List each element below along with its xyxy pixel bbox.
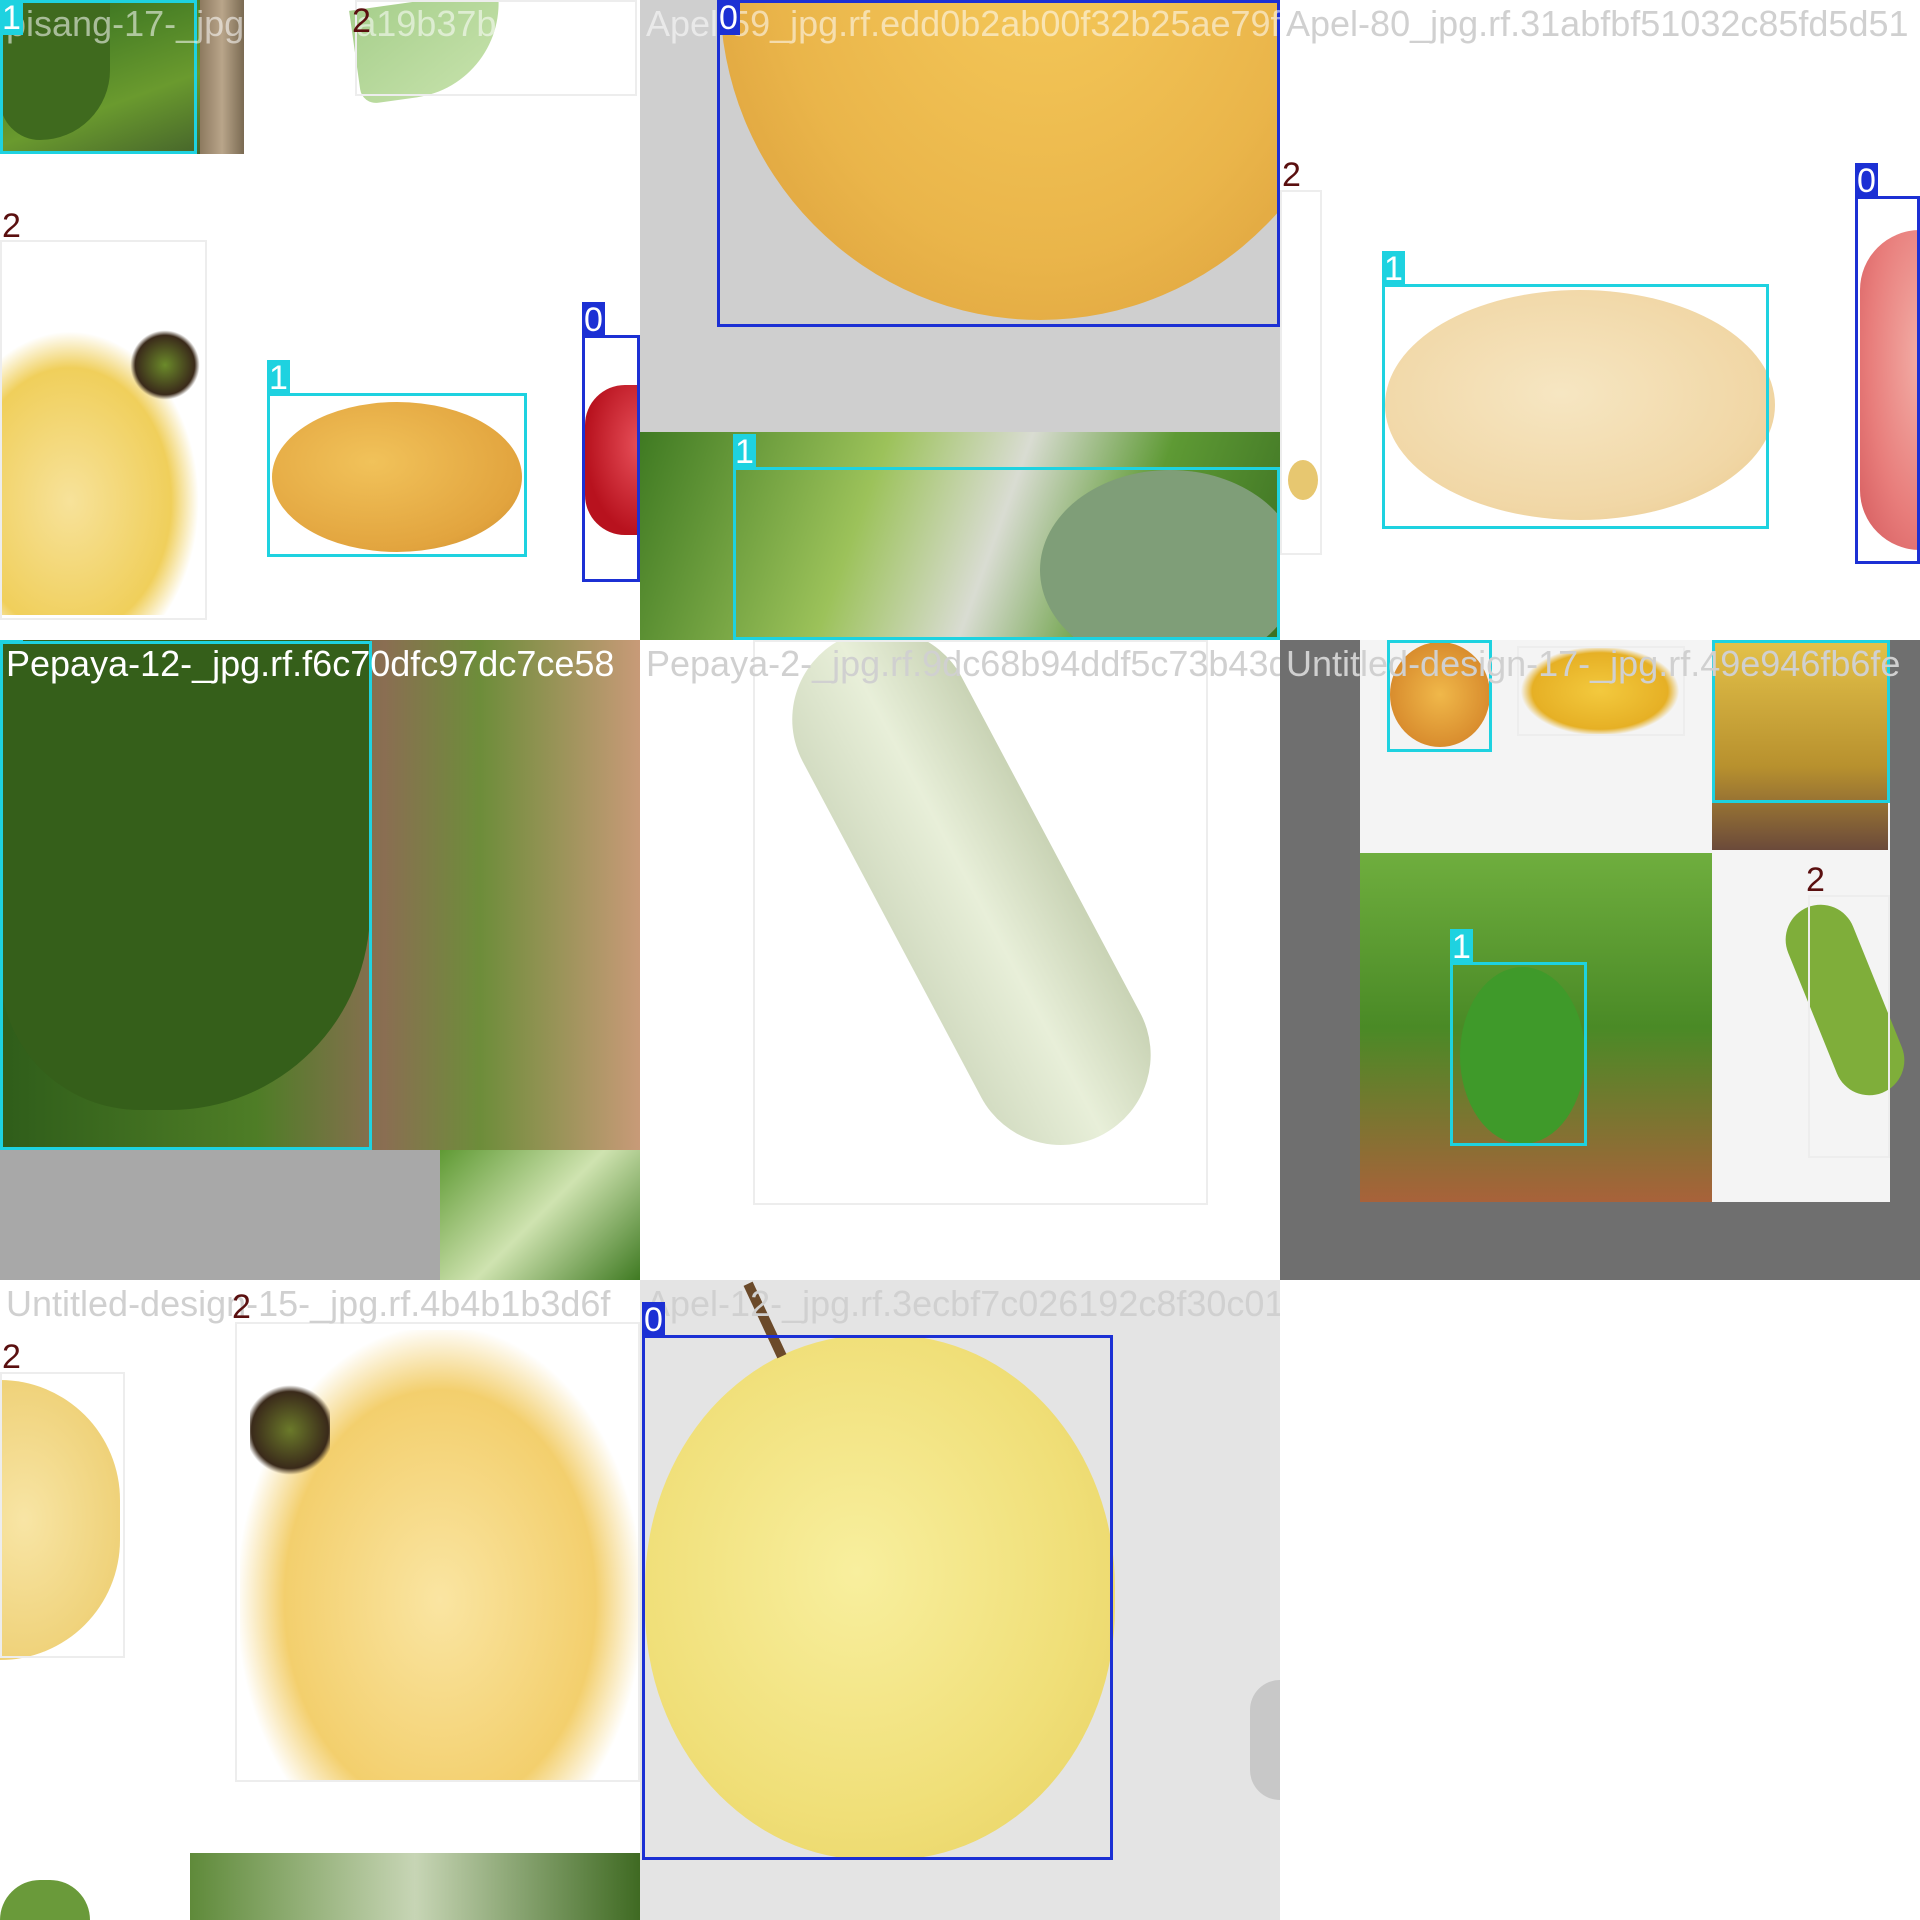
detection-label-0: 0 bbox=[1855, 162, 1878, 200]
papaya-tree-corner bbox=[190, 1853, 640, 1920]
tile-filename: Pepaya-12-_jpg.rf.f6c70dfc97dc7ce58 bbox=[6, 643, 615, 684]
detection-label-1: 1 bbox=[1382, 250, 1405, 288]
leaf-corner-photo bbox=[440, 1150, 640, 1280]
detection-label-2: 2 bbox=[232, 1288, 251, 1326]
apple-edge bbox=[1250, 1680, 1280, 1800]
mosaic-tile-3: Apel-80_jpg.rf.31abfbf51032c85fd5d51 2 1… bbox=[1280, 0, 1920, 640]
detection-label-2: 2 bbox=[352, 2, 371, 40]
mosaic-tile-2: Apel-59_jpg.rf.edd0b2ab00f32b25ae79fa 0 … bbox=[640, 0, 1280, 640]
detection-box-class-2 bbox=[1808, 895, 1890, 1158]
detection-box-class-1 bbox=[267, 393, 527, 557]
detection-box-class-1 bbox=[1382, 284, 1769, 529]
tile-filename: Apel-59_jpg.rf.edd0b2ab00f32b25ae79fa bbox=[646, 3, 1280, 44]
detection-label-2: 2 bbox=[2, 1338, 21, 1376]
detection-mosaic: pisang-17-_jpg.rf.797 a19b37be81d317 1 2… bbox=[0, 0, 1920, 1920]
tile-filename: Apel-80_jpg.rf.31abfbf51032c85fd5d51 bbox=[1286, 3, 1909, 44]
mosaic-tile-7: Untitled-design-15-_jpg.rf.4b4b1b3d6f 2 … bbox=[0, 1280, 640, 1920]
detection-box-class-1 bbox=[1450, 962, 1587, 1146]
mosaic-tile-6: Untitled-design-17-_jpg.rf.49e946fb6fe 1… bbox=[1280, 640, 1920, 1280]
detection-box-class-0 bbox=[717, 0, 1280, 327]
mosaic-tile-8: Apel-12-_jpg.rf.3ecbf7c026192c8f30c01460… bbox=[640, 1280, 1280, 1920]
detection-label-1: 1 bbox=[0, 0, 23, 37]
detection-box-class-1 bbox=[0, 641, 372, 1150]
mosaic-tile-1: pisang-17-_jpg.rf.797 a19b37be81d317 1 2… bbox=[0, 0, 640, 640]
detection-label-1: 1 bbox=[1712, 640, 1735, 642]
detection-box-class-0 bbox=[582, 335, 640, 582]
detection-box-class-2 bbox=[0, 1372, 125, 1658]
detection-box-class-0 bbox=[642, 1335, 1113, 1860]
tile-filename: Untitled-design-17-_jpg.rf.49e946fb6fe bbox=[1286, 643, 1901, 684]
tile-filename: Pepaya-2-_jpg.rf.9dc68b94ddf5c73b43df48 bbox=[646, 643, 1280, 684]
detection-box-class-1 bbox=[733, 467, 1280, 640]
detection-label-1: 1 bbox=[733, 433, 756, 471]
detection-label-2: 2 bbox=[1513, 640, 1536, 642]
detection-label-0: 0 bbox=[717, 0, 740, 37]
detection-label-0: 0 bbox=[582, 301, 605, 339]
detection-box-class-2 bbox=[1280, 190, 1322, 555]
mosaic-tile-4: Pepaya-12-_jpg.rf.f6c70dfc97dc7ce58 1 bbox=[0, 640, 640, 1280]
tile-filename: Untitled-design-15-_jpg.rf.4b4b1b3d6f bbox=[6, 1283, 611, 1324]
tile-filename: pisang-17-_jpg.rf.797 a19b37be81d317 bbox=[6, 3, 637, 44]
detection-label-2: 2 bbox=[1282, 156, 1301, 194]
detection-box-class-2 bbox=[0, 240, 207, 620]
detection-label-0: 0 bbox=[642, 1301, 665, 1339]
detection-label-1: 1 bbox=[1450, 928, 1473, 966]
detection-box-class-2 bbox=[753, 640, 1208, 1205]
detection-label-2: 2 bbox=[750, 640, 773, 642]
mosaic-tile-5: Pepaya-2-_jpg.rf.9dc68b94ddf5c73b43df48 … bbox=[640, 640, 1280, 1280]
detection-label-1: 1 bbox=[1387, 640, 1410, 642]
detection-label-2: 2 bbox=[2, 207, 21, 245]
detection-label-1: 1 bbox=[267, 359, 290, 397]
detection-label-2: 2 bbox=[1806, 861, 1825, 899]
tile-filename: Apel-12-_jpg.rf.3ecbf7c026192c8f30c01460… bbox=[646, 1283, 1280, 1324]
detection-box-class-0 bbox=[1855, 196, 1920, 564]
detection-box-class-2 bbox=[235, 1322, 640, 1782]
avocado-corner bbox=[0, 1880, 90, 1920]
detection-label-1: 1 bbox=[0, 640, 23, 643]
mosaic-tile-empty bbox=[1280, 1280, 1920, 1920]
